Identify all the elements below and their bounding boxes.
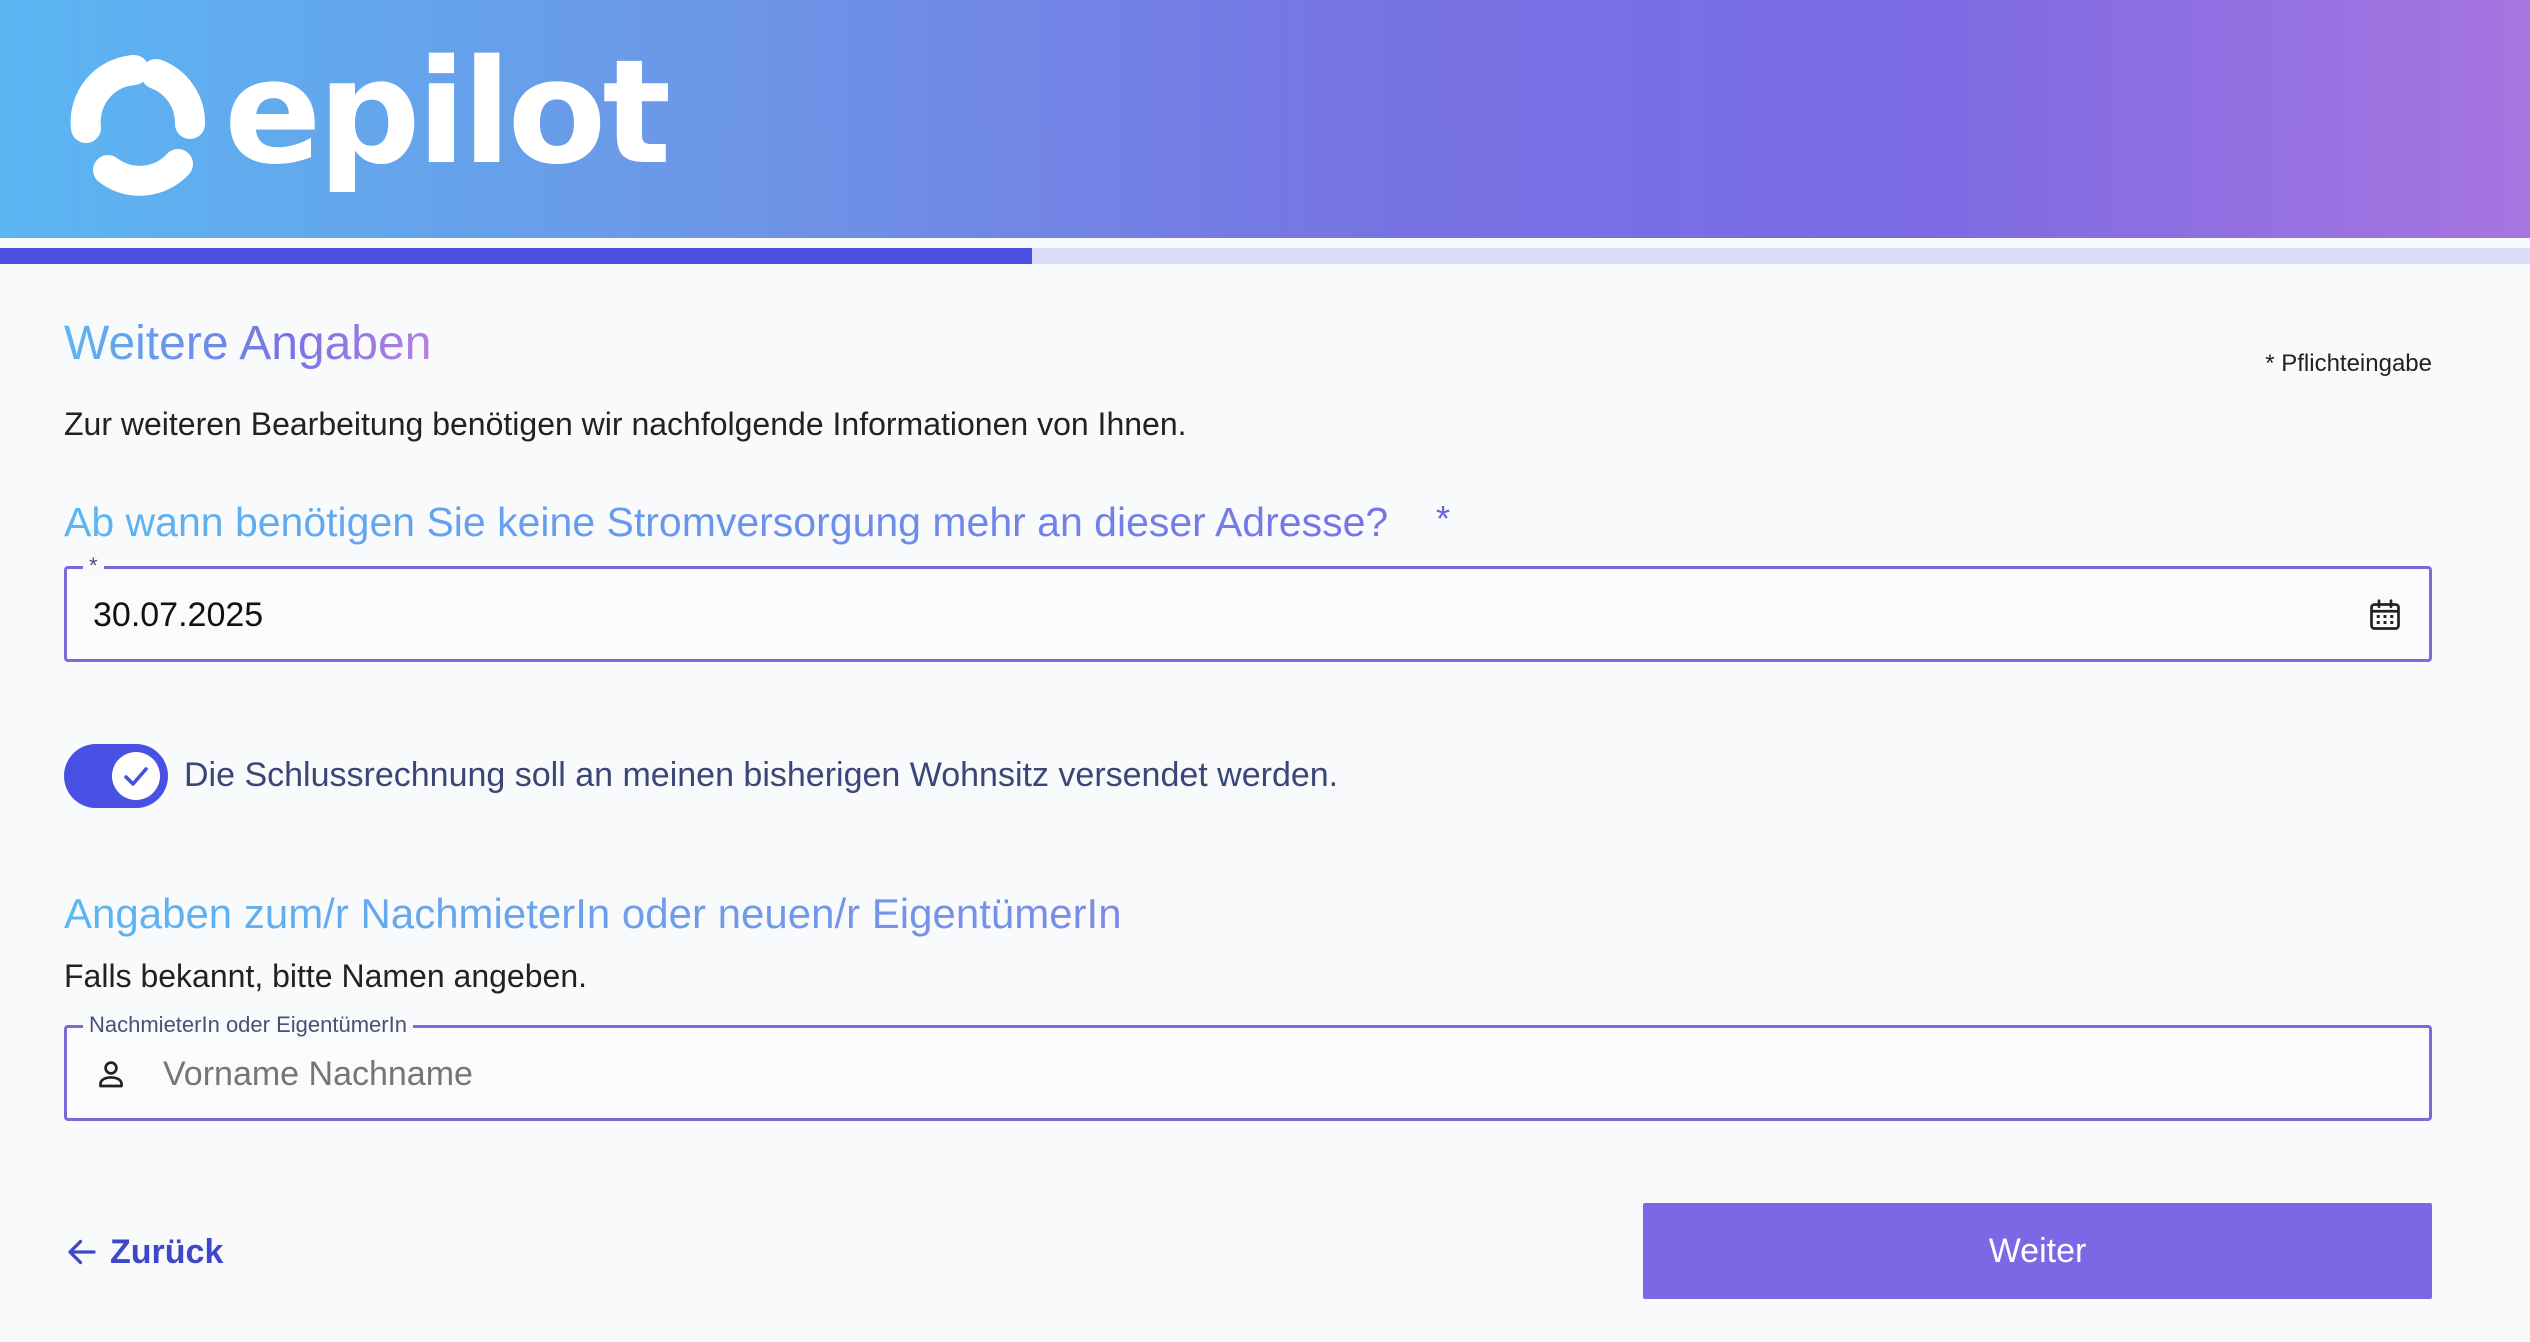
page-title: Weitere Angaben (64, 312, 431, 376)
back-button-label: Zurück (110, 1232, 224, 1271)
intro-text: Zur weiteren Bearbeitung benötigen wir n… (64, 406, 1187, 442)
epilot-logo-wordmark: epilot (224, 28, 671, 196)
person-icon (99, 1061, 123, 1088)
end-date-question: Ab wann benötigen Sie keine Stromversorg… (64, 494, 1388, 550)
successor-name-field[interactable]: NachmieterIn oder EigentümerIn (64, 1012, 2432, 1121)
step-progress-bar (0, 248, 2530, 264)
check-icon (124, 767, 148, 786)
end-date-input[interactable] (91, 569, 2315, 661)
epilot-logo-mark-icon (70, 55, 205, 196)
back-button[interactable]: Zurück (64, 1228, 223, 1276)
step-progress-fill (0, 248, 1033, 264)
successor-name-input[interactable] (161, 1028, 2365, 1120)
end-date-field[interactable]: * (64, 553, 2432, 662)
final-invoice-toggle[interactable] (64, 744, 168, 808)
arrow-left-icon (68, 1239, 96, 1265)
epilot-logo: epilot (64, 32, 671, 196)
next-button[interactable]: Weiter (1643, 1203, 2432, 1299)
required-field-note: * Pflichteingabe (2265, 350, 2432, 377)
toggle-knob (112, 752, 160, 800)
required-marker: * (1436, 498, 1451, 539)
final-invoice-toggle-label: Die Schlussrechnung soll an meinen bishe… (184, 756, 1339, 794)
calendar-icon[interactable] (2367, 597, 2403, 633)
successor-section-title: Angaben zum/r NachmieterIn oder neuen/r … (64, 886, 1122, 942)
successor-section-subtitle: Falls bekannt, bitte Namen angeben. (64, 958, 587, 994)
app-header: epilot (0, 0, 2530, 238)
